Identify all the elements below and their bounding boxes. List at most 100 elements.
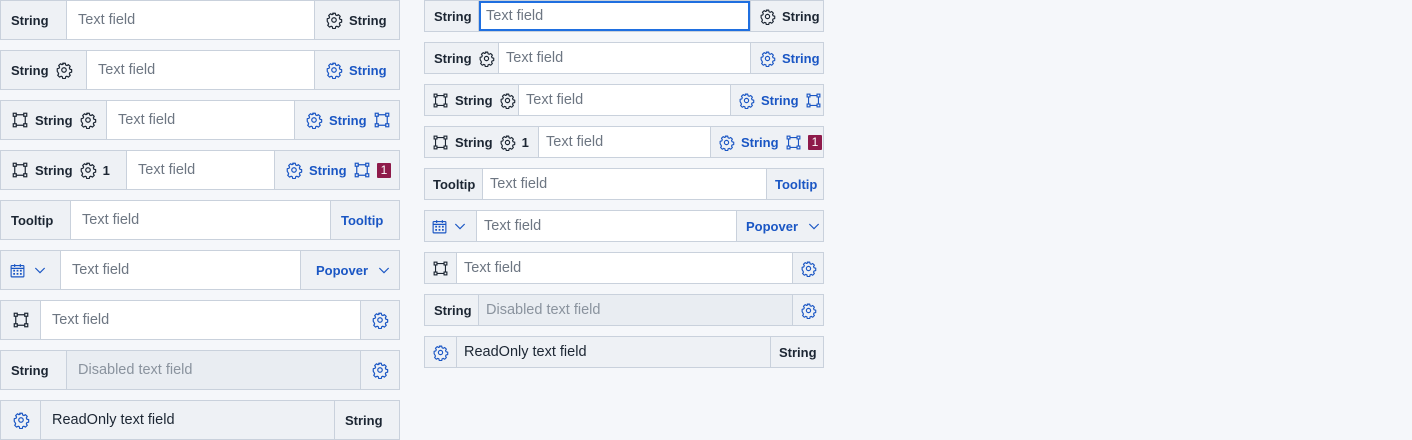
text-input[interactable]: Text field: [41, 301, 360, 339]
text-input[interactable]: Text field: [127, 151, 274, 189]
end-button[interactable]: String: [750, 43, 823, 73]
frame-icon: [11, 161, 29, 179]
gear-icon: [478, 50, 495, 67]
start-button[interactable]: String 1: [425, 127, 539, 157]
gear-icon: [55, 61, 73, 79]
text-input[interactable]: Text field: [477, 211, 736, 241]
calendar-icon: [431, 218, 448, 235]
text-input[interactable]: Text field: [67, 1, 314, 39]
button-label: String: [434, 50, 472, 66]
text-input[interactable]: Text field: [61, 251, 300, 289]
text-input[interactable]: Text field: [483, 169, 766, 199]
button-label: String: [349, 12, 387, 28]
input-group-2: String Text field String: [424, 42, 824, 74]
text-input[interactable]: Text field: [479, 1, 750, 31]
count-badge: 1: [102, 162, 110, 178]
popover-button[interactable]: Popover: [736, 211, 823, 241]
input-group-3: String Text field String: [424, 84, 824, 116]
end-button[interactable]: String: [334, 401, 399, 439]
end-button[interactable]: String 1: [274, 151, 399, 189]
settings-button[interactable]: [792, 253, 823, 283]
end-button[interactable]: String: [750, 1, 823, 31]
readonly-text-input[interactable]: ReadOnly text field: [41, 401, 334, 439]
readonly-text-input[interactable]: ReadOnly text field: [457, 337, 770, 367]
button-label: Popover: [746, 218, 799, 234]
frame-button[interactable]: [425, 253, 457, 283]
button-label: String: [455, 134, 493, 150]
end-button[interactable]: String: [314, 1, 399, 39]
button-label: String: [35, 162, 73, 178]
start-addon: String: [425, 295, 479, 325]
frame-icon: [432, 92, 449, 109]
gear-icon: [371, 361, 389, 379]
chevron-down-icon: [376, 262, 392, 278]
start-button[interactable]: String: [1, 51, 87, 89]
end-button[interactable]: String 1: [710, 127, 823, 157]
button-label: String: [309, 162, 347, 178]
tooltip-button[interactable]: Tooltip: [425, 169, 483, 199]
settings-button[interactable]: [425, 337, 457, 367]
text-input[interactable]: Text field: [519, 85, 730, 115]
start-addon: String: [1, 1, 67, 39]
settings-button[interactable]: [360, 351, 399, 389]
input-group-6: Text field Popover: [424, 210, 824, 242]
gear-icon: [12, 411, 30, 429]
end-button[interactable]: String: [770, 337, 823, 367]
gear-icon: [499, 92, 516, 109]
input-group-7: Text field: [0, 300, 400, 340]
chevron-down-icon: [452, 218, 468, 234]
text-input[interactable]: Text field: [107, 101, 294, 139]
end-button[interactable]: String: [730, 85, 823, 115]
frame-button[interactable]: [1, 301, 41, 339]
date-picker-button[interactable]: [425, 211, 477, 241]
text-input[interactable]: Text field: [539, 127, 710, 157]
text-input[interactable]: Text field: [71, 201, 330, 239]
end-button[interactable]: String: [294, 101, 399, 139]
addon-label: String: [11, 362, 49, 378]
gear-icon: [285, 161, 303, 179]
tooltip-button[interactable]: Tooltip: [1, 201, 71, 239]
input-group-2: String Text field String: [0, 50, 400, 90]
start-button[interactable]: String: [425, 43, 499, 73]
start-button[interactable]: String 1: [1, 151, 127, 189]
button-label: String: [345, 412, 383, 428]
tooltip-button[interactable]: Tooltip: [330, 201, 399, 239]
tooltip-button[interactable]: Tooltip: [766, 169, 823, 199]
input-group-8: String Disabled text field: [424, 294, 824, 326]
button-label: String: [349, 62, 387, 78]
start-button[interactable]: String: [425, 85, 519, 115]
date-picker-button[interactable]: [1, 251, 61, 289]
chevron-down-icon: [806, 218, 822, 234]
button-label: Tooltip: [341, 212, 384, 228]
popover-button[interactable]: Popover: [300, 251, 399, 289]
gear-icon: [371, 311, 389, 329]
input-group-8: String Disabled text field: [0, 350, 400, 390]
frame-icon: [12, 311, 30, 329]
text-input[interactable]: Text field: [87, 51, 314, 89]
input-group-9: ReadOnly text field String: [424, 336, 824, 368]
gear-icon: [305, 111, 323, 129]
count-badge: 1: [376, 162, 392, 178]
gear-icon: [325, 61, 343, 79]
settings-button[interactable]: [1, 401, 41, 439]
button-label: Tooltip: [433, 176, 476, 192]
frame-icon: [11, 111, 29, 129]
button-label: String: [455, 92, 493, 108]
input-group-4: String 1 Text field String 1: [0, 150, 400, 190]
input-group-5: Tooltip Text field Tooltip: [424, 168, 824, 200]
gear-icon: [432, 344, 449, 361]
text-input[interactable]: Text field: [499, 43, 750, 73]
disabled-text-input: Disabled text field: [67, 351, 360, 389]
gear-icon: [738, 92, 755, 109]
text-input[interactable]: Text field: [457, 253, 792, 283]
button-label: String: [782, 50, 820, 66]
end-button[interactable]: String: [314, 51, 399, 89]
button-label: Tooltip: [11, 212, 54, 228]
start-addon: String: [425, 1, 479, 31]
frame-icon: [805, 92, 822, 109]
input-group-4: String 1 Text field String 1: [424, 126, 824, 158]
settings-button[interactable]: [792, 295, 823, 325]
settings-button[interactable]: [360, 301, 399, 339]
addon-label: String: [434, 8, 472, 24]
start-button[interactable]: String: [1, 101, 107, 139]
